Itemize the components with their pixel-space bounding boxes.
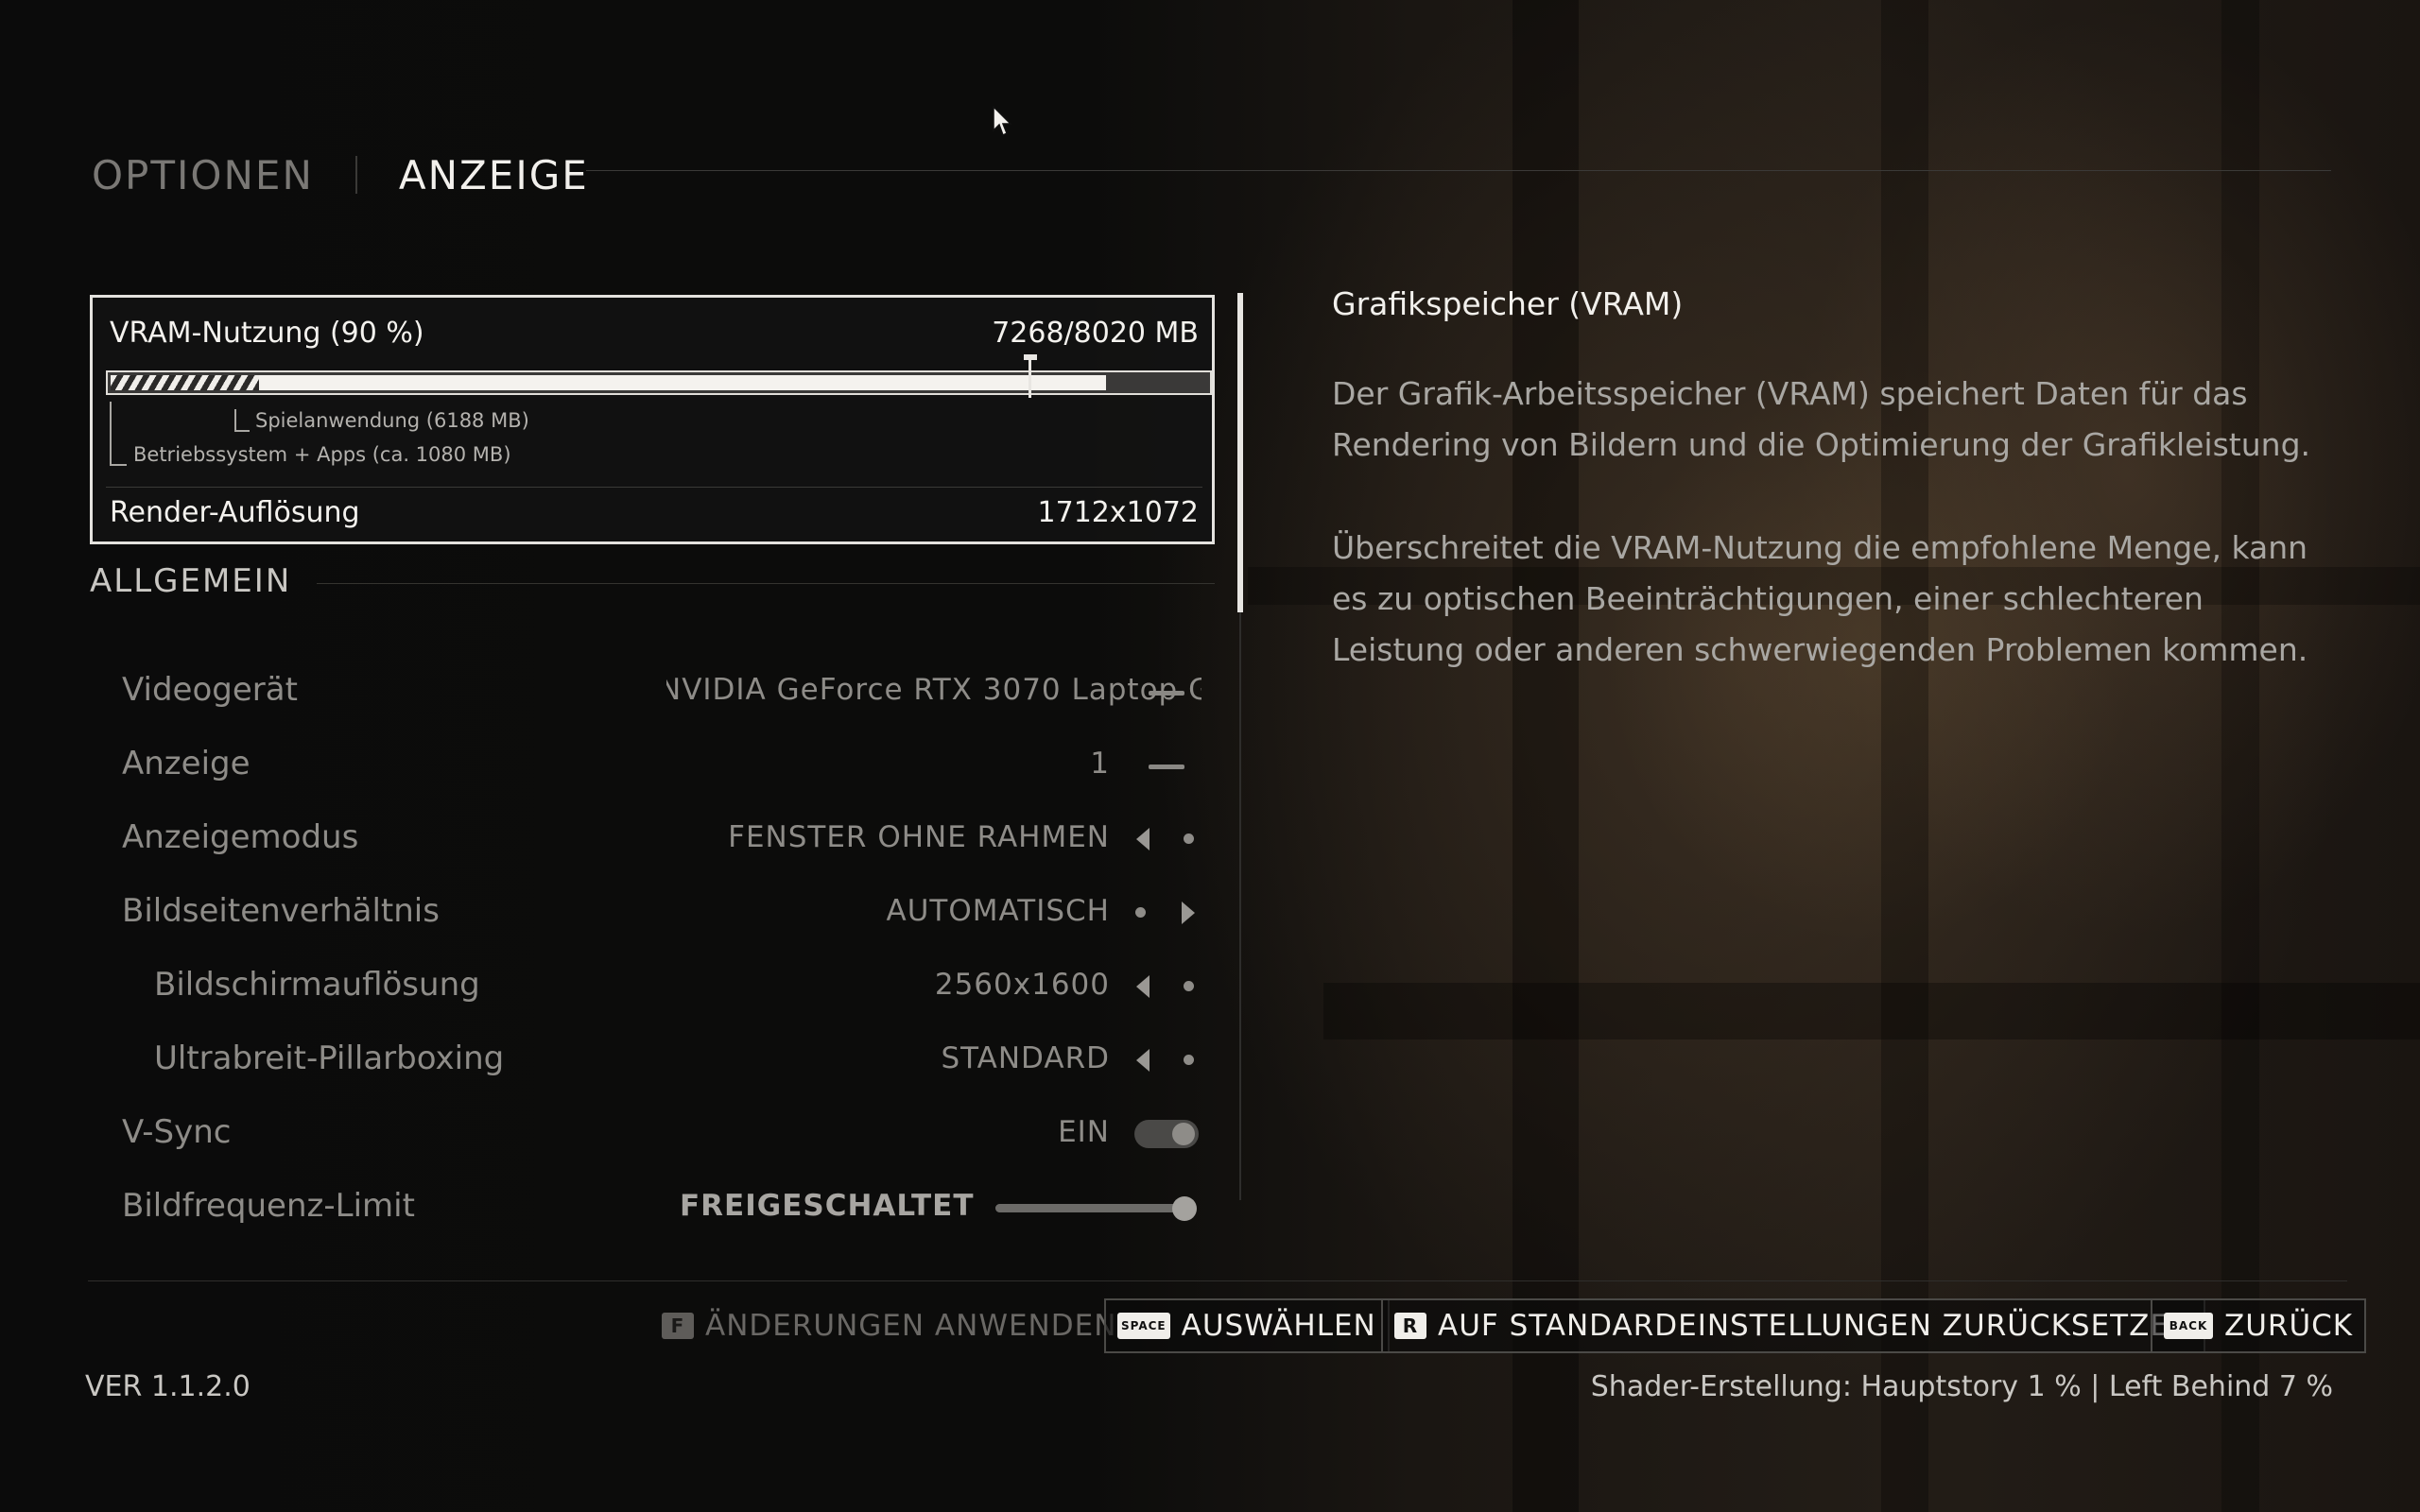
render-resolution-label: Render-Auflösung [110, 496, 360, 529]
arrow-left-icon[interactable] [1136, 1049, 1150, 1072]
setting-row-anzeige[interactable]: Anzeige 1 [90, 731, 1215, 799]
dot-icon [1184, 833, 1194, 844]
tab-anzeige[interactable]: ANZEIGE [399, 152, 589, 198]
key-r-icon: R [1394, 1313, 1426, 1339]
display-settings-screen: OPTIONEN ANZEIGE VRAM-Nutzung (90 %) 726… [0, 0, 2420, 1512]
key-f-icon: F [662, 1313, 694, 1339]
version-label: VER 1.1.2.0 [85, 1370, 251, 1403]
render-resolution-value: 1712x1072 [1037, 496, 1199, 529]
dot-icon [1184, 981, 1194, 991]
background-window-frame [2221, 0, 2259, 1512]
vram-os-segment [111, 375, 259, 390]
setting-row-bildschirmaufloesung[interactable]: Bildschirmauflösung 2560x1600 [90, 953, 1215, 1021]
tab-optionen[interactable]: OPTIONEN [92, 152, 314, 198]
setting-label: Bildschirmauflösung [154, 966, 480, 1004]
dot-icon [1135, 907, 1146, 918]
v-sync-toggle[interactable] [1134, 1120, 1199, 1148]
back-label: ZURÜCK [2224, 1309, 2354, 1343]
setting-row-anzeigemodus[interactable]: Anzeigemodus FENSTER OHNE RAHMEN [90, 805, 1215, 873]
header-tabs: OPTIONEN ANZEIGE [92, 142, 589, 208]
description-paragraph: Überschreitet die VRAM-Nutzung die empfo… [1332, 529, 2308, 668]
apply-changes-button[interactable]: F ÄNDERUNGEN ANWENDEN [662, 1298, 1116, 1353]
description-paragraph: Der Grafik-Arbeitsspeicher (VRAM) speich… [1332, 375, 2311, 463]
setting-value: EIN [1058, 1115, 1110, 1149]
arrow-left-icon[interactable] [1136, 828, 1150, 850]
setting-value: FENSTER OHNE RAHMEN [728, 820, 1110, 854]
legend-connector [234, 409, 250, 432]
frame-rate-slider[interactable] [995, 1196, 1197, 1221]
setting-value: AUTOMATISCH [886, 894, 1110, 928]
setting-label: Anzeige [122, 745, 251, 782]
section-title: ALLGEMEIN [90, 562, 292, 600]
setting-label: Videogerät [122, 671, 298, 709]
setting-row-bildfrequenz-limit[interactable]: Bildfrequenz-Limit FREIGESCHALTET [90, 1174, 1215, 1242]
description-title: Grafikspeicher (VRAM) [1332, 285, 1684, 322]
vram-usage-title: VRAM-Nutzung (90 %) [110, 317, 424, 350]
arrow-left-icon[interactable] [1136, 975, 1150, 998]
background-window-sill [1323, 983, 2420, 1040]
setting-row-bildseitenverhaeltnis[interactable]: Bildseitenverhältnis AUTOMATISCH [90, 879, 1215, 947]
setting-value: NVIDIA GeForce RTX 3070 Laptop GPU [666, 673, 1201, 707]
setting-label: Ultrabreit-Pillarboxing [154, 1040, 505, 1077]
setting-value: 1 [1090, 747, 1110, 781]
mouse-cursor-icon [993, 106, 1012, 137]
slider-fill [995, 1204, 1184, 1212]
footer-divider [88, 1280, 2347, 1281]
slider-knob[interactable] [1172, 1196, 1197, 1221]
dash-icon [1149, 691, 1184, 696]
key-space-icon: SPACE [1117, 1313, 1170, 1339]
setting-label: Anzeigemodus [122, 818, 359, 856]
reset-defaults-label: AUF STANDARDEINSTELLUNGEN ZURÜCKSETZEN [1438, 1309, 2193, 1343]
select-label: AUSWÄHLEN [1181, 1309, 1376, 1343]
scrollbar-thumb[interactable] [1237, 293, 1243, 612]
setting-value-clip: NVIDIA GeForce RTX 3070 Laptop GPU [666, 658, 1201, 726]
select-button[interactable]: SPACE AUSWÄHLEN [1104, 1298, 1390, 1353]
vram-recommended-marker [1028, 358, 1031, 398]
section-divider [317, 583, 1215, 584]
setting-label: Bildseitenverhältnis [122, 892, 440, 930]
setting-row-v-sync[interactable]: V-Sync EIN [90, 1100, 1215, 1168]
header-divider [586, 170, 2331, 171]
setting-row-ultrabreit-pillarboxing[interactable]: Ultrabreit-Pillarboxing STANDARD [90, 1026, 1215, 1094]
setting-value: STANDARD [941, 1041, 1110, 1075]
setting-value: FREIGESCHALTET [680, 1189, 975, 1223]
reset-defaults-button[interactable]: R AUF STANDARDEINSTELLUNGEN ZURÜCKSETZEN [1381, 1298, 2206, 1353]
vram-usage-value: 7268/8020 MB [992, 317, 1199, 350]
setting-row-videogeraet[interactable]: Videogerät NVIDIA GeForce RTX 3070 Lapto… [90, 658, 1215, 726]
setting-label: Bildfrequenz-Limit [122, 1187, 415, 1225]
arrow-right-icon[interactable] [1182, 902, 1195, 924]
vram-usage-panel: VRAM-Nutzung (90 %) 7268/8020 MB Spielan… [90, 295, 1215, 544]
vram-divider [106, 487, 1202, 488]
vram-game-segment [259, 375, 1106, 390]
toggle-knob [1172, 1123, 1195, 1145]
setting-value: 2560x1600 [934, 968, 1110, 1002]
apply-changes-label: ÄNDERUNGEN ANWENDEN [705, 1309, 1117, 1343]
setting-label: V-Sync [122, 1113, 232, 1151]
vram-recommended-marker-head [1024, 354, 1037, 360]
dash-icon [1149, 765, 1184, 769]
legend-connector [110, 402, 127, 466]
dot-icon [1184, 1055, 1194, 1065]
shader-status: Shader-Erstellung: Hauptstory 1 % | Left… [1590, 1370, 2333, 1403]
key-back-icon: BACK [2164, 1313, 2213, 1339]
vram-usage-bar [106, 370, 1212, 395]
background-window-frame [1512, 0, 1579, 1512]
vram-legend-os: Betriebssystem + Apps (ca. 1080 MB) [133, 443, 511, 466]
background-window-frame [1881, 0, 1928, 1512]
vram-legend-game: Spielanwendung (6188 MB) [255, 409, 529, 432]
back-button[interactable]: BACK ZURÜCK [2151, 1298, 2367, 1353]
tab-separator [354, 156, 357, 194]
